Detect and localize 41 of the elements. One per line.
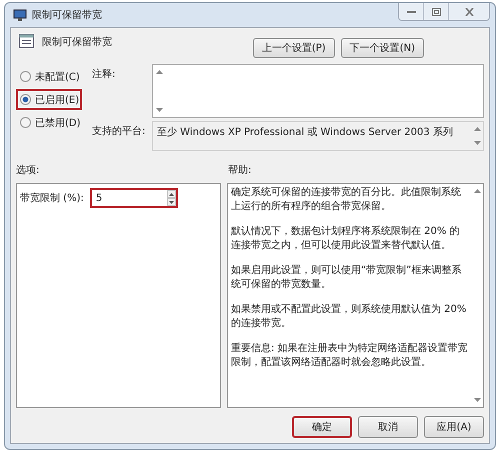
maximize-button[interactable]	[423, 3, 448, 20]
scroll-down-icon	[156, 108, 162, 112]
radio-option[interactable]: 已禁用(D)	[16, 112, 82, 133]
radio-option[interactable]: 未配置(C)	[16, 66, 82, 87]
scroll-up-icon	[474, 189, 480, 193]
number-field[interactable]: 5	[90, 188, 178, 208]
platform-text: 至少 Windows XP Professional 或 Windows Server 2003 系列	[156, 126, 454, 140]
dialog-button[interactable]: 取消	[358, 416, 418, 438]
up-arrow-icon	[168, 192, 174, 196]
dialog-button[interactable]: 确定	[292, 416, 352, 438]
options-label: 选项:	[16, 164, 40, 178]
scroll-up-icon	[474, 127, 480, 131]
comment-field[interactable]	[152, 64, 484, 118]
platform-label: 支持的平台:	[92, 124, 146, 139]
window-title: 限制可保留带宽	[32, 8, 102, 22]
help-paragraph: 确定系统可保留的连接带宽的百分比。此值限制系统上运行的所有程序的组合带宽保留。	[231, 186, 462, 214]
radio-option[interactable]: 已启用(E)	[16, 89, 82, 110]
close-icon	[464, 8, 474, 16]
monitor-icon	[13, 8, 27, 22]
scroll-up-icon	[156, 70, 162, 74]
setting-title: 限制可保留带宽	[42, 36, 112, 49]
spin-down-button[interactable]	[166, 198, 176, 206]
navigation-button[interactable]: 上一个设置(P)	[252, 38, 335, 58]
bandwidth-limit-label: 带宽限制 (%):	[20, 192, 84, 205]
scroll-down-icon	[474, 398, 480, 402]
minimize-icon	[406, 10, 416, 12]
spin-up-button[interactable]	[166, 190, 176, 198]
dialog-button[interactable]: 应用(A)	[424, 416, 484, 438]
down-arrow-icon	[168, 200, 174, 204]
help-paragraph: 如果禁用或不配置此设置，则系统使用默认值为 20% 的连接带宽。	[231, 303, 468, 331]
help-paragraph: 如果启用此设置，则可以使用“带宽限制”框来调整系统可保留的带宽数量。	[231, 264, 462, 292]
help-paragraph: 默认情况下，数据包计划程序将系统限制在 20% 的连接带宽之内，但可以使用此设置来替代默认值。	[231, 225, 461, 253]
help-paragraph: 重要信息: 如果在注册表中为特定网络适配器设置带宽限制，配置该网络适配器时就会忽略此设置。	[231, 342, 468, 370]
maximize-icon	[432, 8, 440, 16]
comment-label: 注释:	[92, 68, 116, 82]
help-label: 帮助:	[228, 164, 252, 178]
navigation-button[interactable]: 下一个设置(N)	[340, 38, 424, 58]
minimize-button[interactable]	[399, 3, 423, 20]
scroll-down-icon	[474, 141, 480, 145]
close-button[interactable]	[448, 3, 489, 20]
policy-icon	[19, 34, 34, 48]
